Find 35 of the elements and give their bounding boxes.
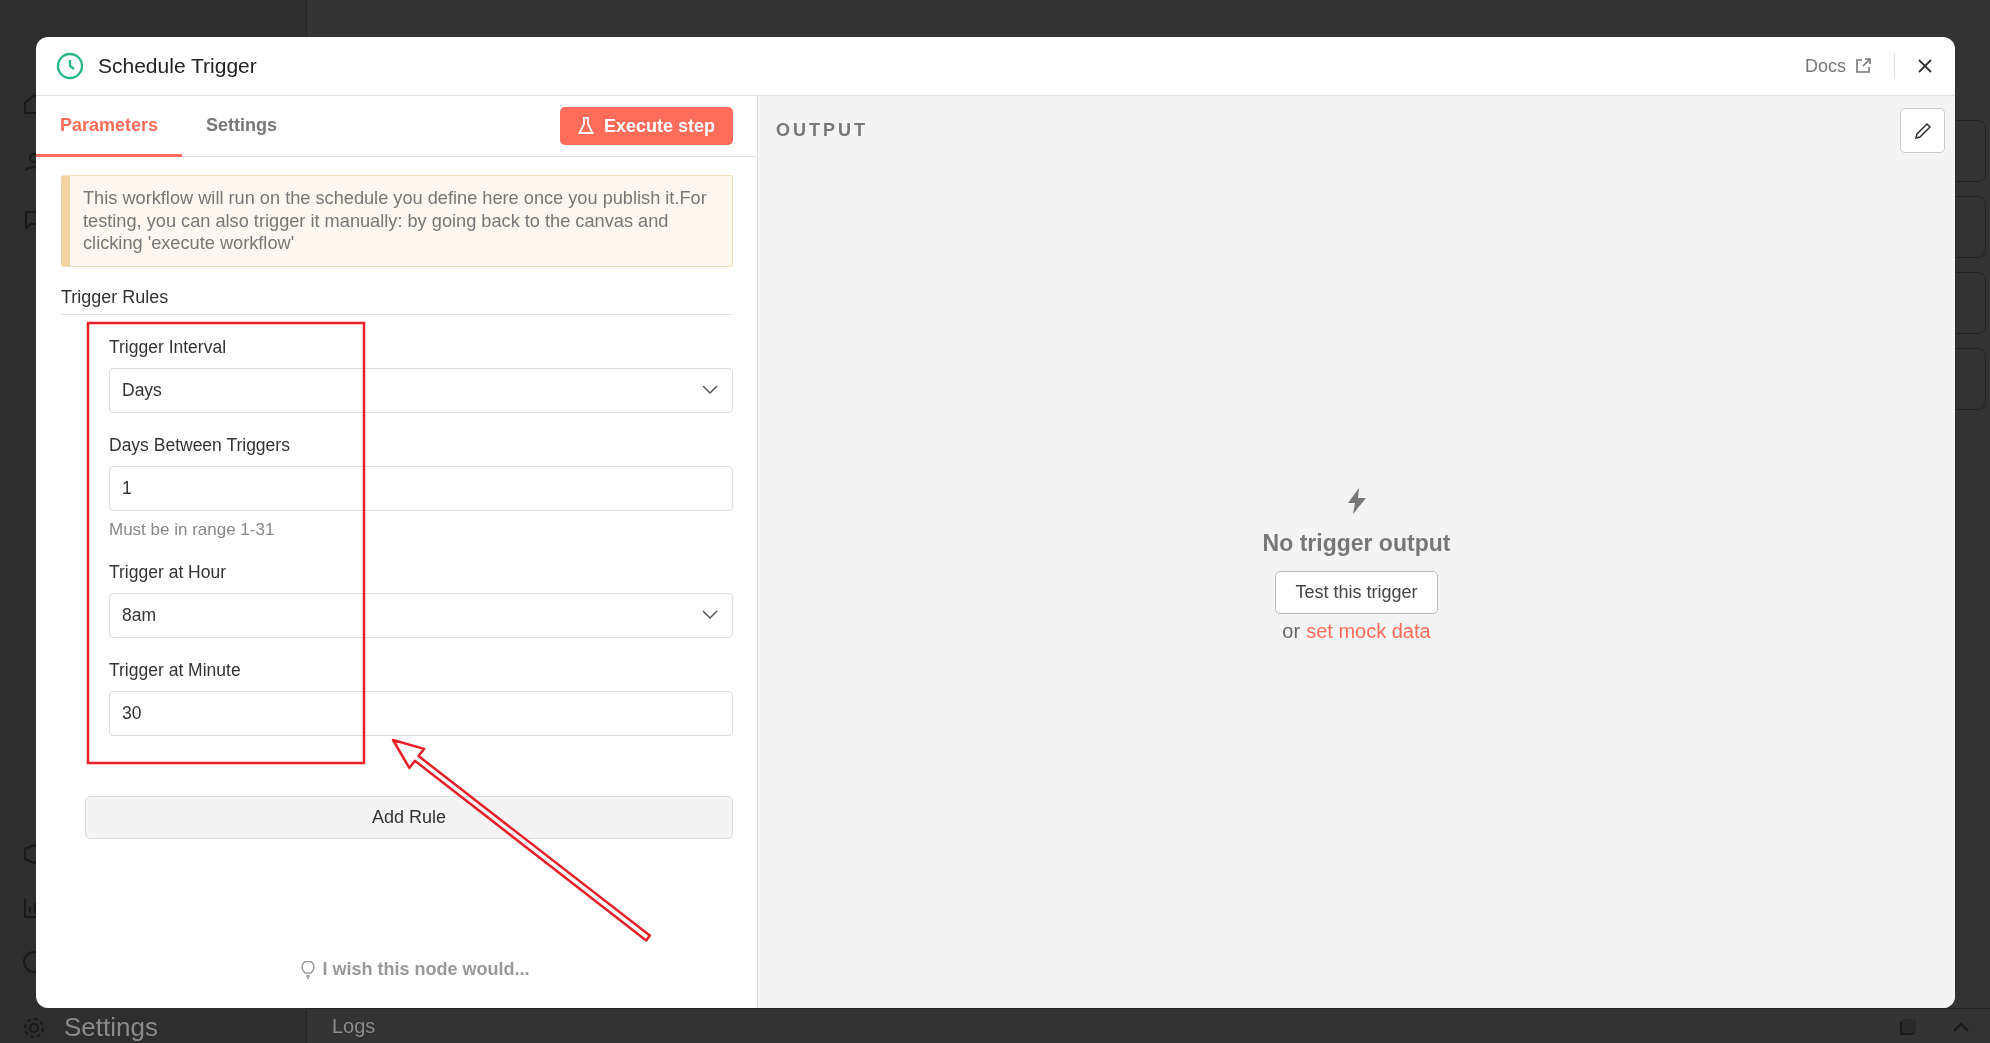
- test-trigger-button[interactable]: Test this trigger: [1275, 571, 1438, 614]
- chevron-down-icon: [702, 385, 718, 395]
- info-notice: This workflow will run on the schedule you define here once you publish it.For testing, you can also trigger it manually: by going back to the canvas and clicking 'execute workflow': [61, 175, 733, 267]
- external-link-icon: [1854, 57, 1872, 75]
- tab[interactable]: Parameters: [36, 96, 183, 157]
- field-label: Trigger at Hour: [109, 561, 228, 583]
- execute-step-button[interactable]: Execute step: [559, 107, 733, 145]
- flask-icon: [577, 117, 594, 135]
- input-field[interactable]: 1: [109, 465, 733, 511]
- empty-state-title: No trigger output: [1262, 530, 1451, 557]
- add-rule-button[interactable]: Add Rule: [85, 795, 733, 839]
- lightning-icon: [1346, 488, 1367, 514]
- dropdown[interactable]: 8am: [109, 592, 733, 638]
- field-hint: Must be in range 1-31: [109, 519, 276, 540]
- field-label: Trigger Interval: [109, 336, 228, 358]
- lightbulb-icon: [300, 960, 315, 979]
- tab[interactable]: Settings: [182, 96, 302, 157]
- pencil-icon: [1912, 120, 1933, 141]
- docs-link[interactable]: Docs: [1805, 55, 1872, 77]
- edit-button[interactable]: [1900, 108, 1945, 153]
- logs-title[interactable]: Logs: [332, 1015, 1864, 1038]
- section-title: Trigger Rules: [61, 286, 733, 315]
- chevron-down-icon: [702, 610, 718, 620]
- field-label: Trigger at Minute: [109, 659, 242, 681]
- output-title: OUTPUT: [776, 120, 868, 141]
- close-icon[interactable]: [1917, 58, 1933, 74]
- field-label: Days Between Triggers: [109, 434, 291, 456]
- sidebar-item[interactable]: Settings: [64, 1012, 158, 1043]
- alt-text: or: [1282, 620, 1301, 643]
- clock-icon: [56, 52, 84, 80]
- feedback-link[interactable]: I wish this node would...: [300, 959, 530, 980]
- mock-data-link[interactable]: set mock data: [1306, 620, 1431, 643]
- input-field[interactable]: 30: [109, 690, 733, 736]
- window-title: Schedule Trigger: [98, 54, 257, 78]
- dropdown[interactable]: Days: [109, 367, 733, 413]
